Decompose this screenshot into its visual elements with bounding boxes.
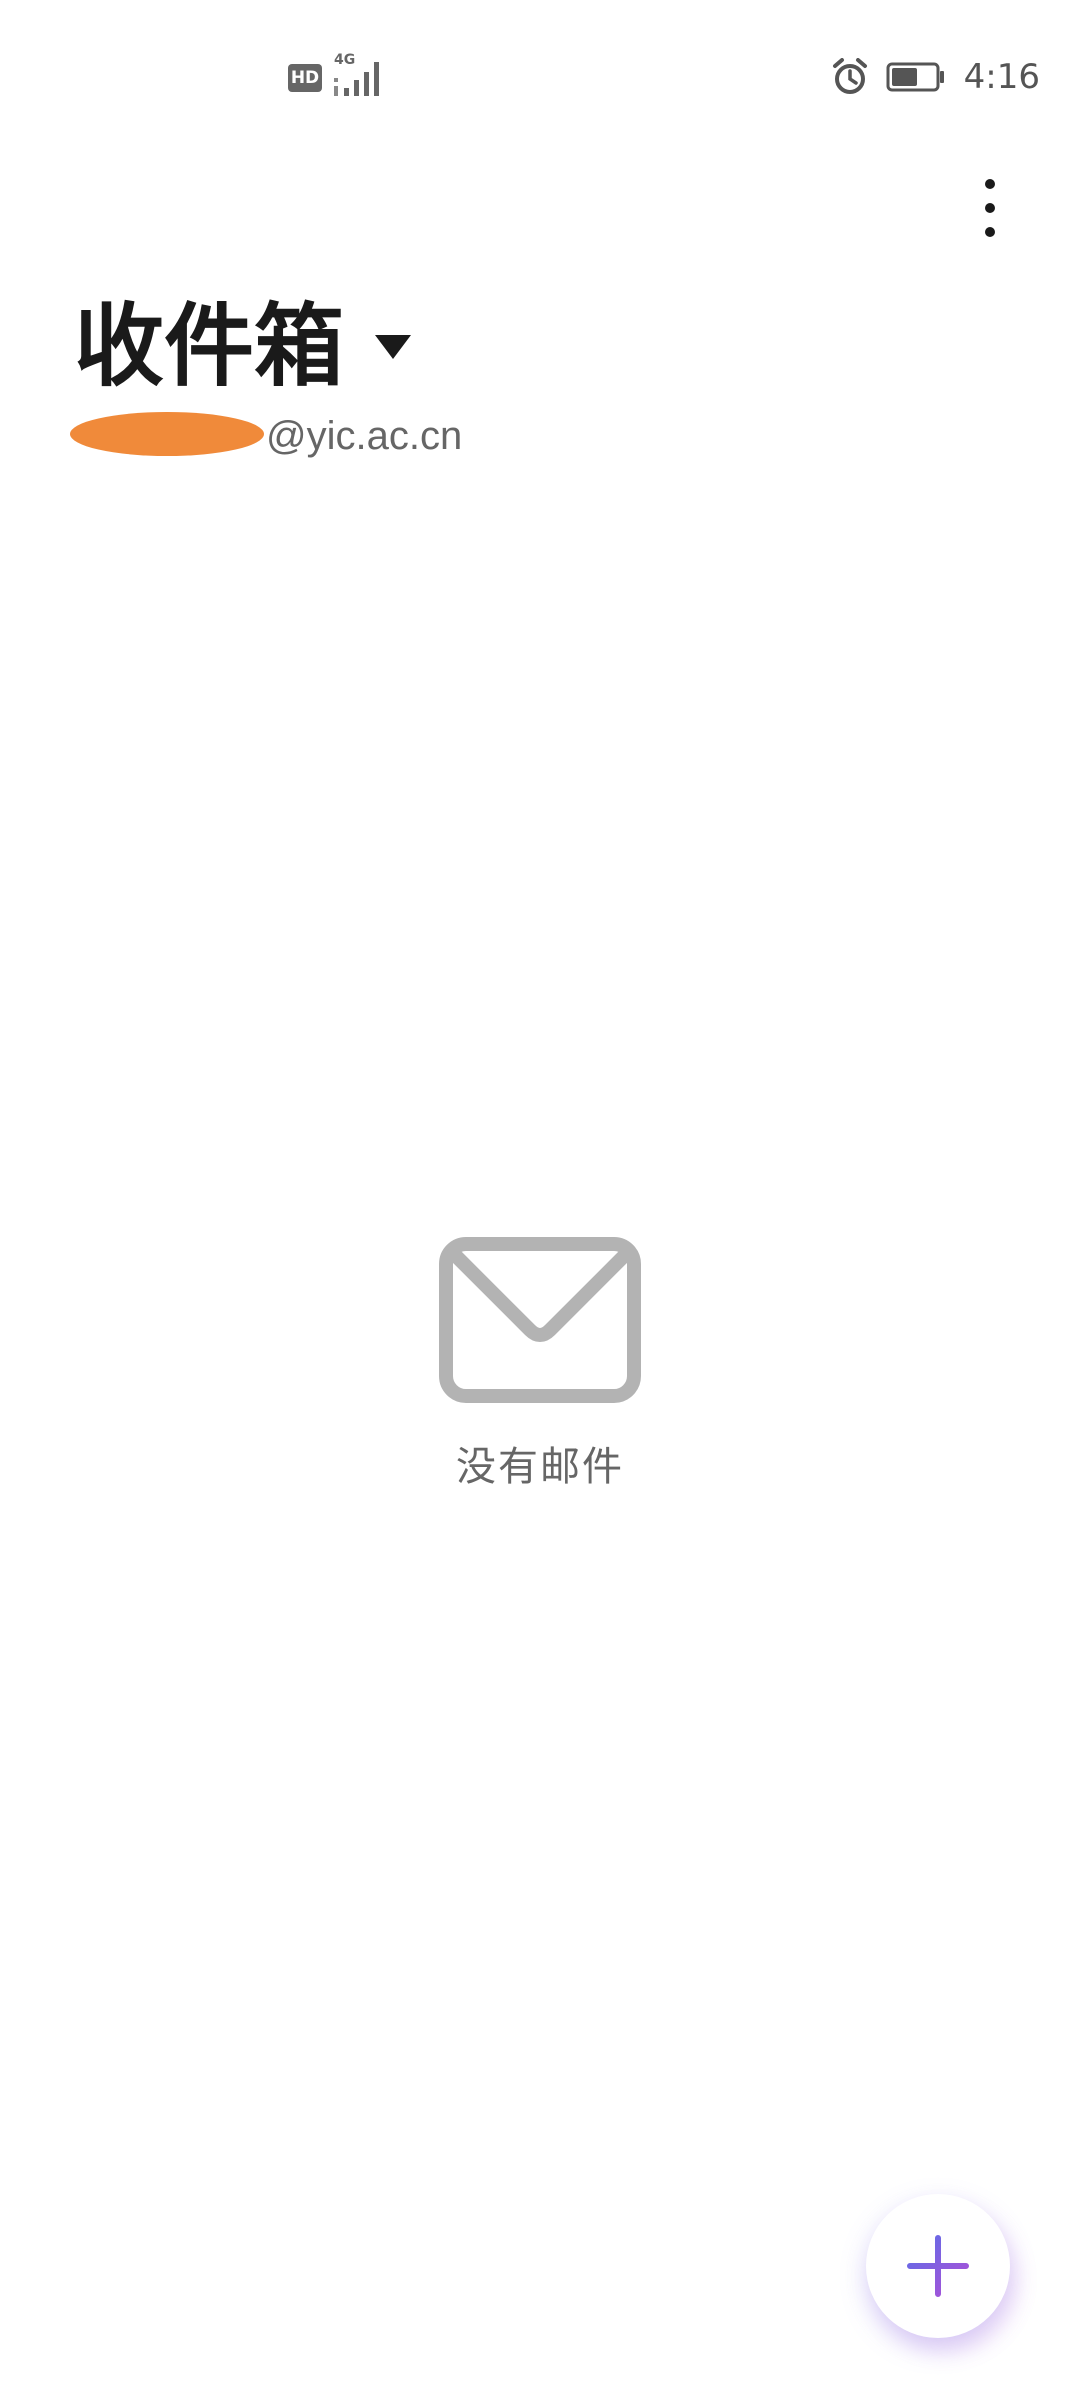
signal-icon: 4G [334, 52, 394, 98]
envelope-icon [439, 1237, 641, 1403]
more-vertical-icon-dot [985, 227, 995, 237]
hd-badge: HD [288, 64, 322, 92]
status-bar-right: 4:16 [832, 52, 1040, 102]
status-time: 4:16 [963, 57, 1040, 97]
folder-selector[interactable]: 收件箱 [74, 292, 416, 402]
account-email-domain: @yic.ac.cn [266, 414, 463, 458]
empty-state-message: 没有邮件 [456, 1444, 624, 1490]
compose-button[interactable] [866, 2194, 1010, 2338]
redaction-mark [70, 412, 264, 456]
network-type-label: 4G [334, 52, 356, 68]
status-bar-left: HD 4G [288, 52, 394, 98]
caret-down-icon[interactable] [370, 324, 416, 370]
more-options-button[interactable] [960, 168, 1020, 248]
plus-icon [907, 2235, 969, 2297]
page-title: 收件箱 [74, 294, 344, 399]
battery-icon [886, 62, 944, 92]
more-vertical-icon-dot [985, 203, 995, 213]
empty-state: 没有邮件 [0, 1236, 1080, 1492]
inbox-screen: HD 4G 4:16 收件箱 @yic.ac.cn 没有邮件 [0, 0, 1080, 2400]
more-vertical-icon [985, 179, 995, 189]
status-bar: HD 4G 4:16 [0, 0, 1080, 150]
alarm-icon [832, 58, 867, 94]
